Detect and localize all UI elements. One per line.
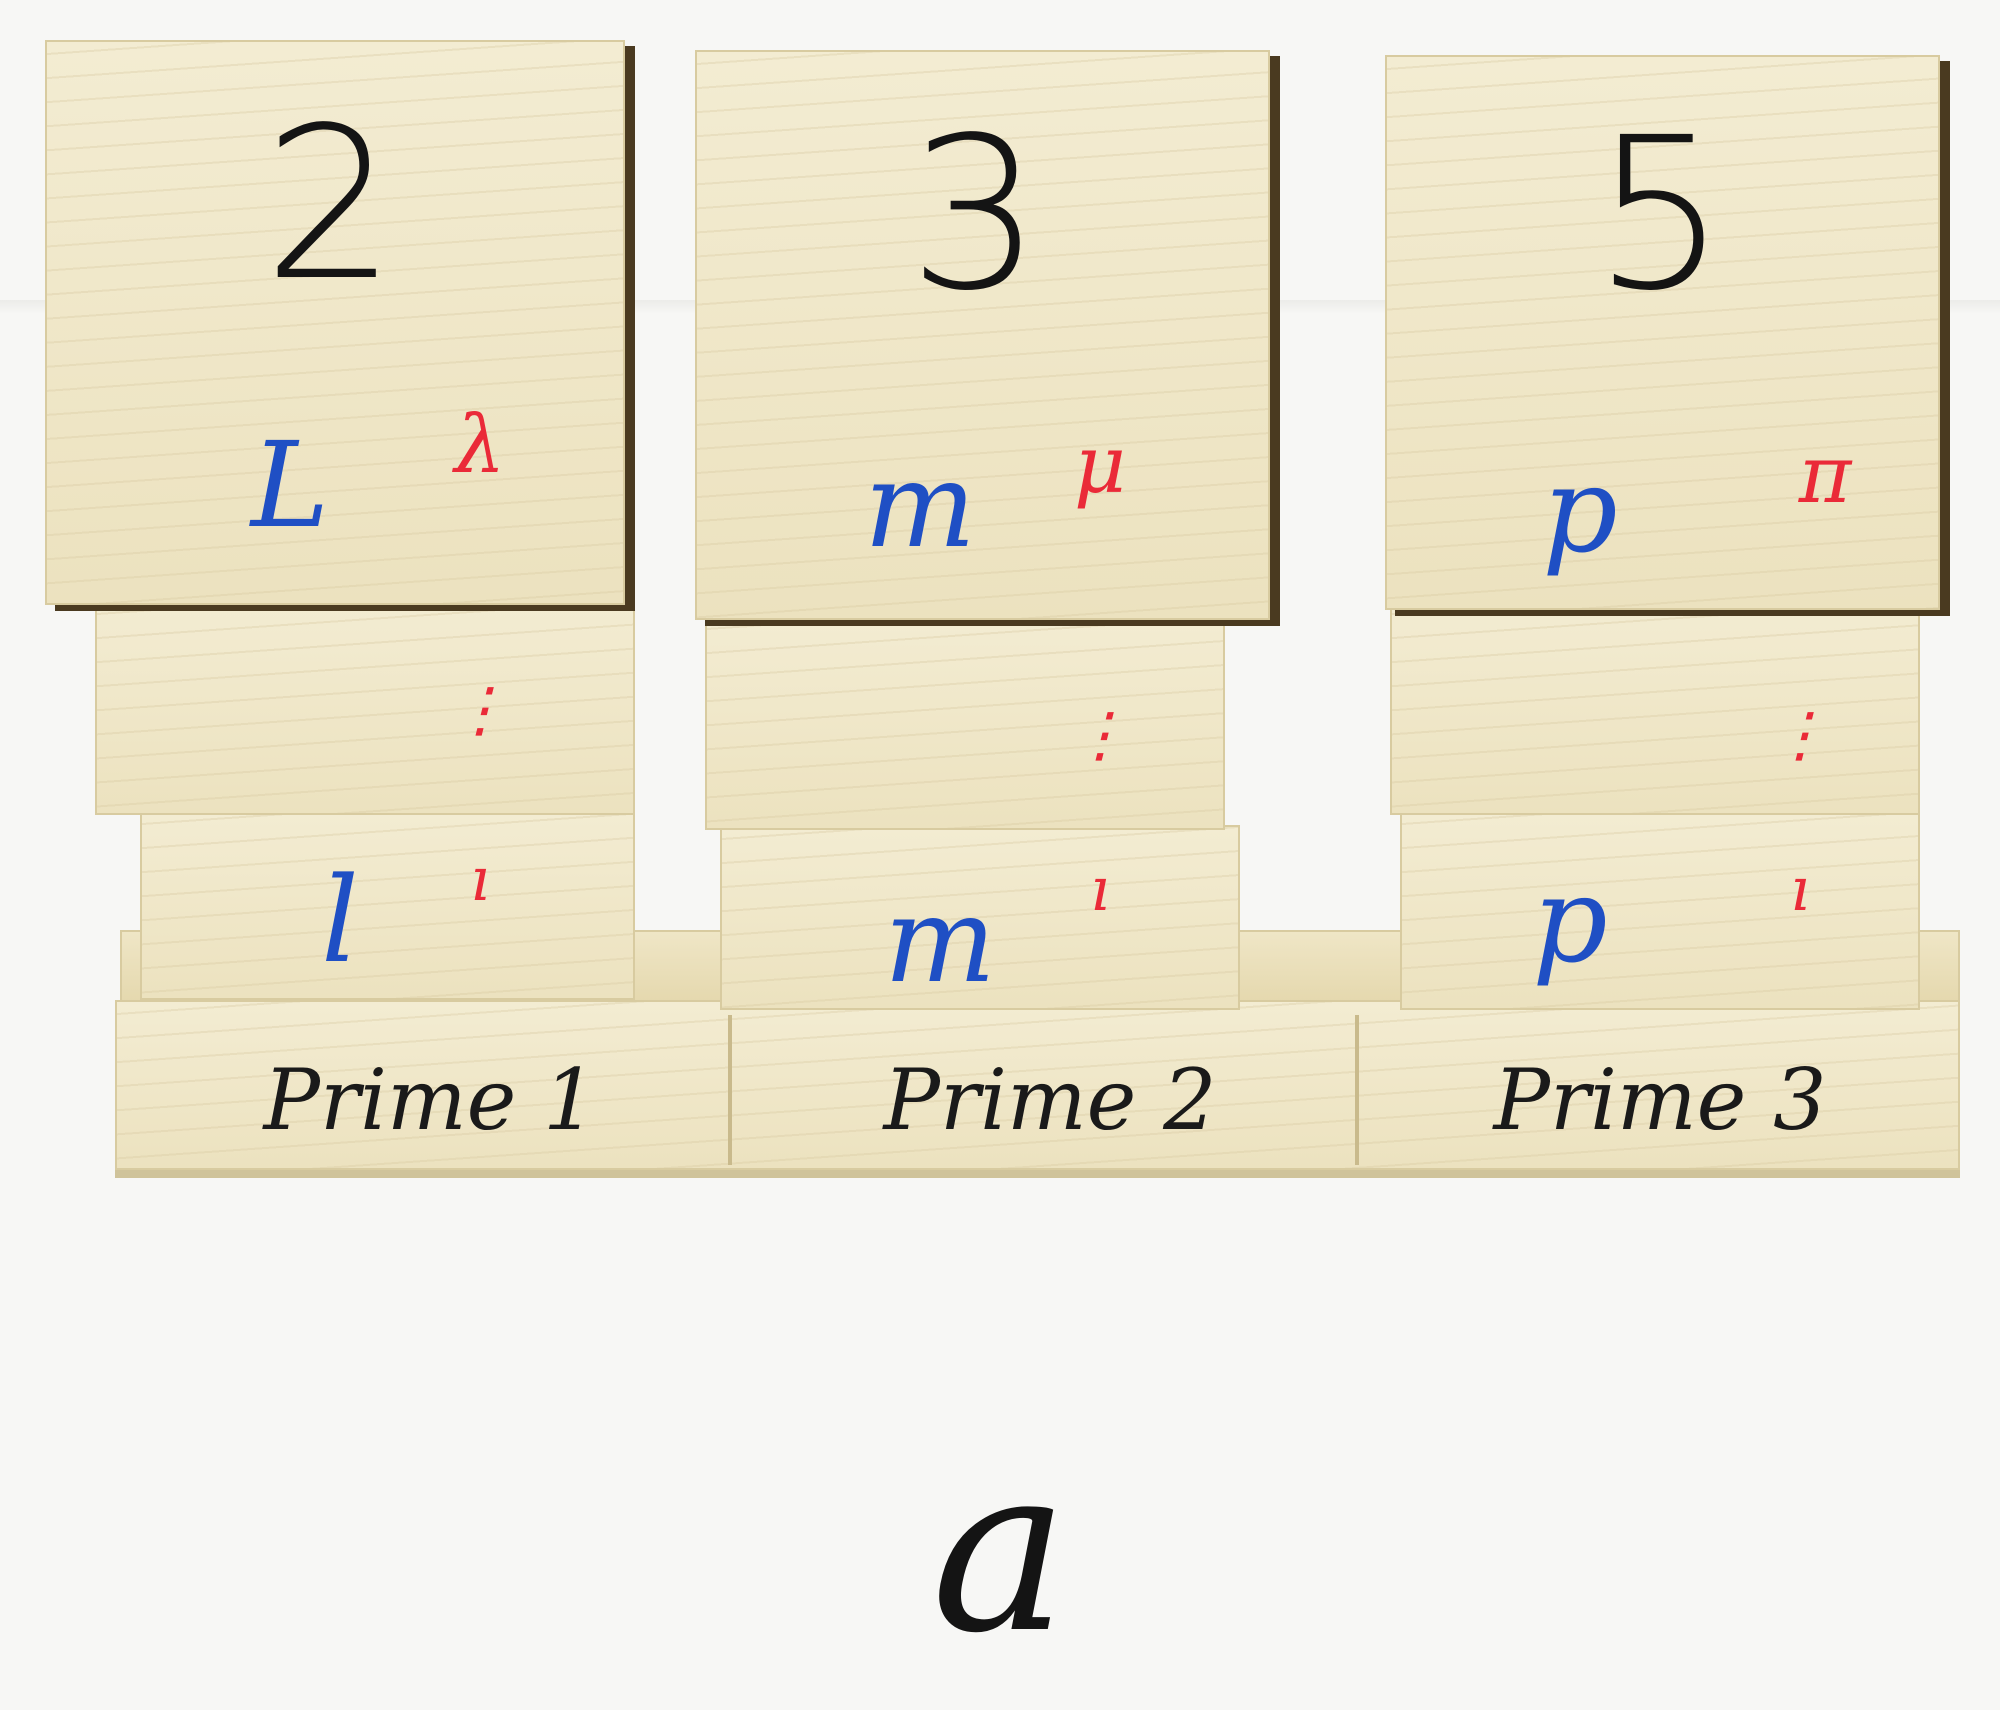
prime-number: 2	[263, 82, 397, 327]
bottom-symbol: ı	[1790, 855, 1810, 925]
top-symbol: π	[1798, 428, 1852, 521]
base-divider	[1355, 1015, 1359, 1165]
base-divider	[728, 1015, 732, 1165]
bottom-letter: p	[1532, 851, 1608, 989]
middle-block	[95, 600, 635, 815]
base-label-prime-2: Prime 2	[883, 1051, 1217, 1149]
top-symbol: λ	[454, 398, 506, 491]
prime-number: 3	[908, 92, 1042, 337]
middle-block	[705, 615, 1225, 830]
bottom-symbol: ı	[1090, 855, 1110, 925]
top-letter: m	[864, 436, 976, 574]
top-symbol: μ	[1074, 418, 1126, 511]
prime-number: 5	[1593, 92, 1727, 337]
bottom-letter: m	[884, 871, 996, 1009]
ellipsis-marker: ⋮	[1070, 699, 1130, 770]
top-letter: L	[250, 416, 330, 554]
bottom-symbol: ı	[470, 845, 490, 915]
photo-stage: Prime 1 Prime 2 Prime 3 2 L λ ⋮ l ı 3 m …	[0, 0, 2000, 1710]
bottom-letter: l	[321, 851, 359, 989]
ellipsis-marker: ⋮	[1770, 699, 1830, 770]
figure-caption: a	[931, 1416, 1069, 1684]
bottom-block	[1400, 810, 1920, 1010]
base-label-prime-3: Prime 3	[1493, 1051, 1827, 1149]
base-label-prime-1: Prime 1	[263, 1051, 597, 1149]
top-letter: p	[1542, 441, 1618, 579]
middle-block	[1390, 600, 1920, 815]
ellipsis-marker: ⋮	[450, 674, 510, 745]
